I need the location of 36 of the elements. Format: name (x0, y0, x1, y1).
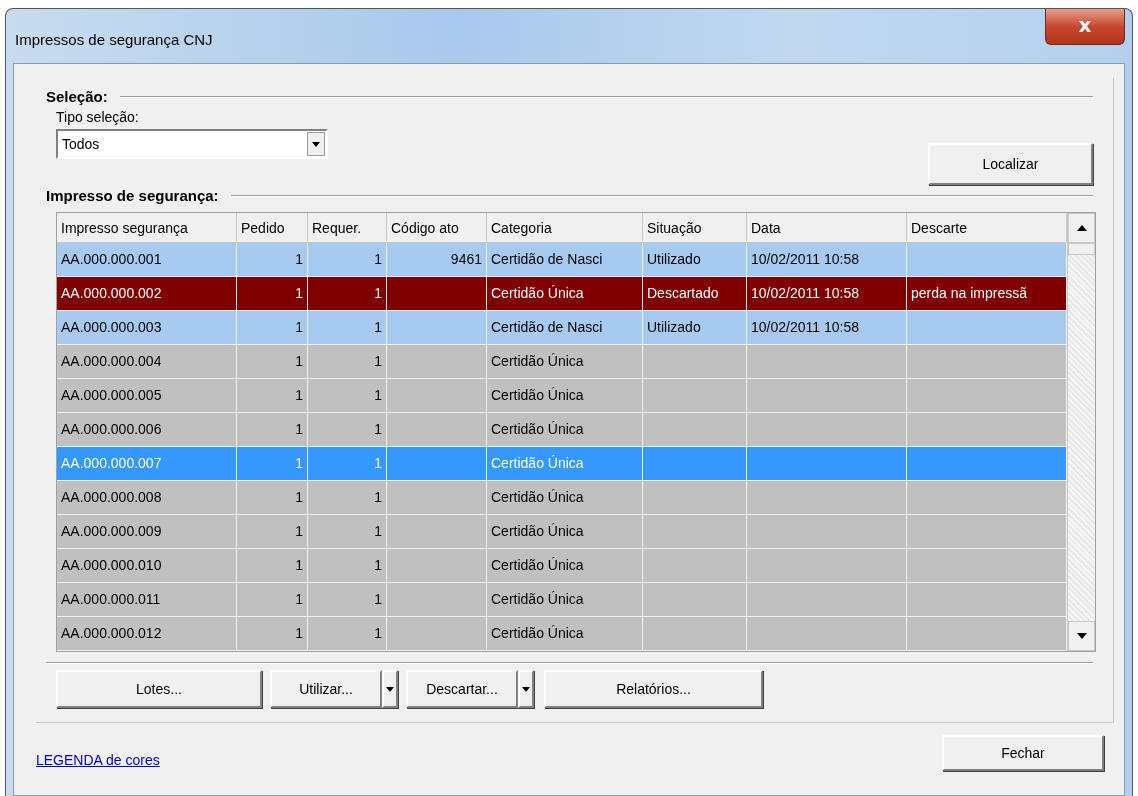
dropdown-arrow-icon (386, 686, 394, 692)
close-button[interactable]: x (1045, 9, 1125, 45)
scrollbar[interactable] (1067, 213, 1095, 651)
table-row[interactable]: AA.000.000.003 1 1 Certidão de Nasci Utilizado 10/02/2011 10:58 (57, 311, 1067, 345)
table-row[interactable]: AA.000.000.011 1 1 Certidão Única (57, 583, 1067, 617)
table-row[interactable]: AA.000.000.009 1 1 Certidão Única (57, 515, 1067, 549)
action-button[interactable]: Lotes... (56, 670, 262, 708)
table-cell: 1 (237, 617, 308, 651)
table-row[interactable]: AA.000.000.005 1 1 Certidão Única (57, 379, 1067, 413)
table-row[interactable]: AA.000.000.006 1 1 Certidão Única (57, 413, 1067, 447)
table-cell: 1 (308, 617, 387, 651)
section-heading: Seleção: (46, 88, 108, 105)
find-button[interactable]: Localizar (928, 143, 1093, 185)
field-label: Tipo seleção: (56, 109, 140, 125)
action-button[interactable]: Relatórios... (544, 670, 763, 708)
dropdown-button[interactable] (382, 670, 398, 708)
table-row[interactable]: AA.000.000.012 1 1 Certidão Única (57, 617, 1067, 651)
color-legend-link[interactable]: LEGENDA de cores (36, 752, 160, 768)
close-dialog-button[interactable]: Fechar (942, 735, 1104, 771)
scroll-up-icon[interactable] (1076, 225, 1087, 231)
table-row[interactable]: AA.000.000.001 1 1 9461 Certidão de Nasci Utilizado 10/02/2011 10:58 (57, 243, 1067, 277)
table-row[interactable]: AA.000.000.008 1 1 Certidão Única (57, 481, 1067, 515)
window-title: Impressos de segurança CNJ (15, 31, 213, 48)
dropdown-arrow-icon (522, 686, 530, 692)
scroll-down-icon[interactable] (1076, 633, 1087, 639)
table-row[interactable]: AA.000.000.004 1 1 Certidão Única (57, 345, 1067, 379)
table-cell: AA.000.000.012 (57, 617, 237, 651)
selection-type-dropdown[interactable]: Todos (56, 129, 328, 159)
action-button[interactable]: Utilizar... (270, 670, 382, 708)
table-row[interactable]: AA.000.000.002 1 1 Certidão Única Descartado 10/02/2011 10:58 perda na impressã (57, 277, 1067, 311)
action-button[interactable]: Descartar... (406, 670, 518, 708)
table-row[interactable]: AA.000.000.010 1 1 Certidão Única (57, 549, 1067, 583)
section-heading: Impresso de segurança: (46, 187, 219, 204)
dropdown-button[interactable] (518, 670, 534, 708)
scroll-thumb[interactable] (1068, 243, 1095, 255)
table-cell: Certidão Única (487, 617, 643, 651)
